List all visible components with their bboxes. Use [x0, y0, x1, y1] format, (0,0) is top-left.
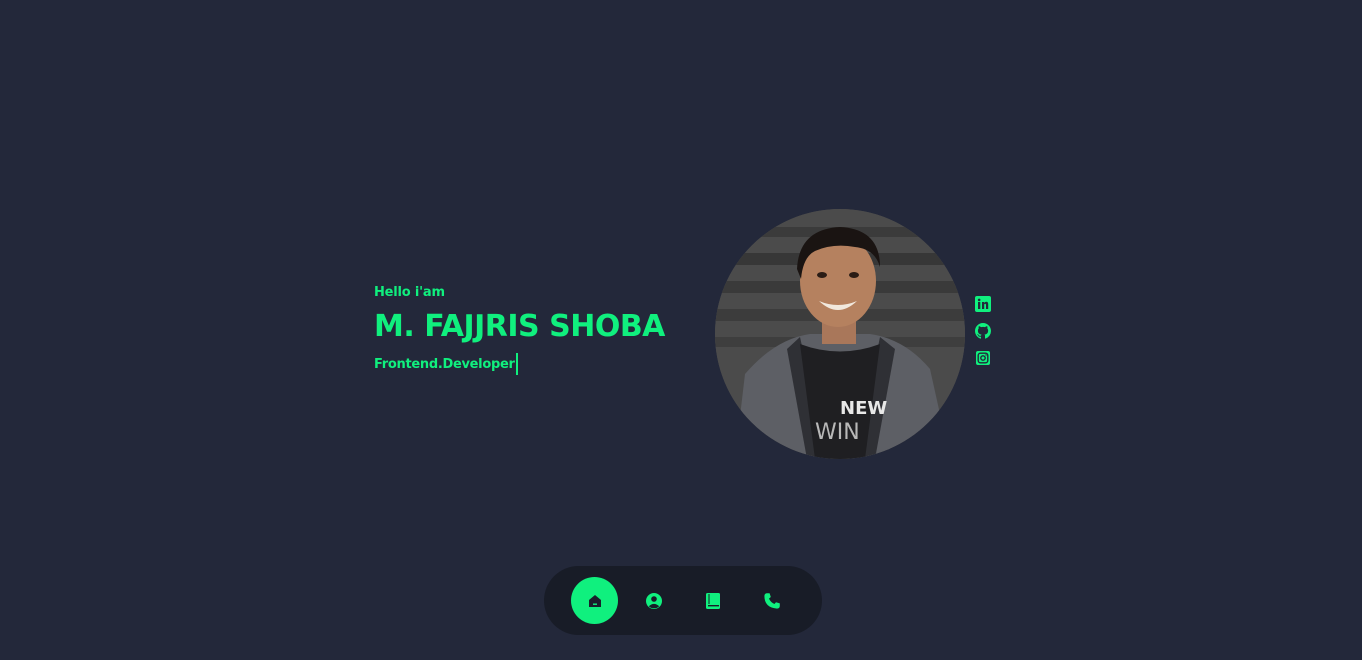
nav-about-button[interactable] — [630, 577, 677, 624]
role-text: Frontend.Developer — [374, 356, 515, 372]
book-icon — [705, 592, 720, 609]
instagram-icon[interactable] — [975, 350, 991, 366]
nav-home-button[interactable] — [571, 577, 618, 624]
nav-contact-button[interactable] — [748, 577, 795, 624]
home-icon — [588, 594, 601, 607]
user-icon — [645, 592, 662, 609]
nav-portfolio-button[interactable] — [689, 577, 736, 624]
hero-intro: Hello i'am M. FAJJRIS SHOBA Frontend.Dev… — [374, 285, 665, 375]
typing-cursor — [515, 353, 518, 375]
phone-icon — [763, 592, 780, 609]
role-line: Frontend.Developer — [374, 353, 665, 375]
social-links — [975, 296, 991, 366]
bottom-nav — [544, 566, 822, 635]
home-page: Hello i'am M. FAJJRIS SHOBA Frontend.Dev… — [0, 0, 1362, 660]
profile-photo: NEW WIN — [715, 209, 965, 459]
linkedin-icon[interactable] — [975, 296, 991, 312]
greeting-text: Hello i'am — [374, 285, 445, 300]
shirt-print-line-2: WIN — [815, 420, 860, 445]
hero-name: M. FAJJRIS SHOBA — [374, 309, 665, 344]
shirt-print-line-1: NEW — [840, 398, 887, 419]
github-icon[interactable] — [975, 323, 991, 339]
